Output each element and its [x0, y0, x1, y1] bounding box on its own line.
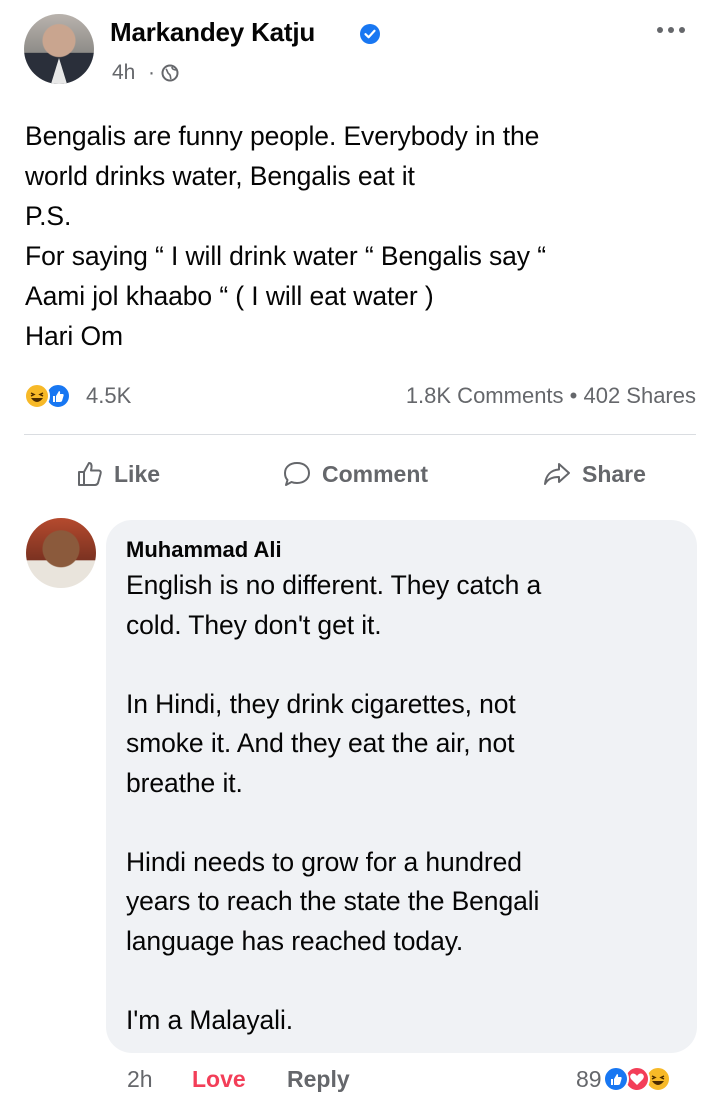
post-time[interactable]: 4h: [112, 61, 135, 85]
reply-button[interactable]: Reply: [287, 1066, 350, 1093]
commenter-name[interactable]: Muhammad Ali: [126, 537, 282, 563]
share-icon: [544, 463, 570, 485]
post-actions: Like Comment Share: [0, 450, 720, 498]
thumbs-up-icon: [78, 462, 102, 486]
post-text: Bengalis are funny people. Everybody in …: [25, 116, 705, 356]
share-button-label: Share: [582, 460, 646, 487]
author-name[interactable]: Markandey Katju: [110, 17, 315, 48]
post-text-line: Hari Om: [25, 321, 123, 351]
globe-icon: [161, 64, 179, 87]
verified-badge-icon: [360, 24, 380, 44]
reaction-count[interactable]: 4.5K: [86, 383, 131, 409]
comment-text-line: smoke it. And they eat the air, not: [126, 728, 515, 758]
like-reaction-icon: [603, 1066, 629, 1092]
post-text-line: P.S.: [25, 201, 72, 231]
comment-icon: [284, 462, 310, 486]
divider: [24, 434, 696, 435]
haha-reaction-icon: [24, 383, 50, 409]
comment-text-line: I'm a Malayali.: [126, 1004, 294, 1035]
share-button[interactable]: Share: [542, 458, 646, 490]
comment-meta: 2h Love Reply 89: [0, 1060, 720, 1100]
post-text-line: Aami jol khaabo “ ( I will eat water ): [25, 281, 434, 311]
comment-text-line: English is no different. They catch a: [126, 570, 542, 600]
post-text-line: world drinks water, Bengalis eat it: [25, 161, 415, 191]
comment-text-line: cold. They don't get it.: [126, 609, 382, 640]
commenter-avatar[interactable]: [26, 518, 96, 588]
post-header: Markandey Katju 4h ·: [0, 0, 720, 100]
author-avatar[interactable]: [24, 14, 94, 84]
comments-shares-count[interactable]: 1.8K Comments • 402 Shares: [406, 383, 696, 409]
comment-text-line: [126, 961, 686, 1001]
time-separator: ·: [148, 61, 155, 84]
comment-text-line: [126, 803, 686, 843]
comment-text-line: breathe it.: [126, 767, 243, 798]
more-options-icon[interactable]: [654, 22, 688, 36]
comment-reaction-count[interactable]: 89: [576, 1066, 602, 1093]
post-text-line: For saying “ I will drink water “ Bengal…: [25, 241, 546, 271]
comment-text: English is no different. They catch a co…: [126, 566, 686, 1040]
like-button[interactable]: Like: [76, 458, 160, 490]
comment-text-line: Hindi needs to grow for a hundred: [126, 846, 522, 877]
post-text-line: Bengalis are funny people. Everybody in …: [25, 121, 540, 151]
comment-text-line: language has reached today.: [126, 925, 464, 956]
comment-text-line: [126, 645, 686, 685]
comment-text-line: years to reach the state the Bengali: [126, 886, 540, 916]
comment-button-label: Comment: [322, 460, 429, 487]
love-button[interactable]: Love: [192, 1066, 246, 1093]
comment-time[interactable]: 2h: [127, 1066, 153, 1093]
reactions-summary[interactable]: 4.5K 1.8K Comments • 402 Shares: [0, 376, 720, 416]
comment-button[interactable]: Comment: [282, 458, 428, 490]
like-button-label: Like: [114, 460, 161, 487]
comment-text-line: In Hindi, they drink cigarettes, not: [126, 688, 516, 719]
